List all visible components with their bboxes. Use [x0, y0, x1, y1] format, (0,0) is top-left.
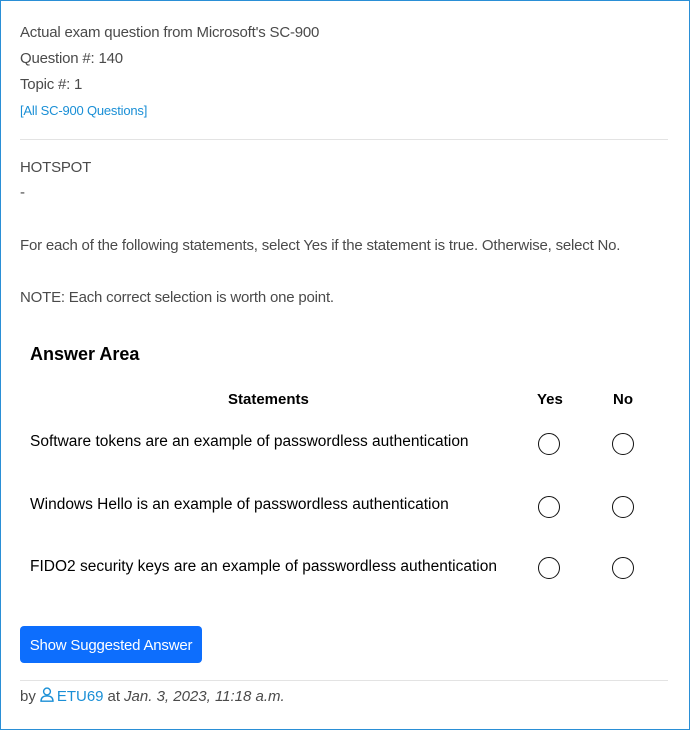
yes-header: Yes	[537, 391, 563, 408]
statement-1-yes-radio[interactable]	[538, 433, 560, 455]
topic-number: Topic #: 1	[20, 76, 83, 93]
statement-2-yes-radio[interactable]	[538, 496, 560, 518]
question-header: Actual exam question from Microsoft's SC…	[20, 20, 319, 124]
post-meta: by ETU69 at Jan. 3, 2023, 11:18 a.m.	[20, 687, 285, 706]
question-type: HOTSPOT	[20, 159, 92, 176]
question-dash: -	[20, 184, 25, 201]
divider-top	[20, 139, 668, 140]
statement-2: Windows Hello is an example of passwordl…	[30, 496, 449, 513]
question-instruction: For each of the following statements, se…	[20, 237, 621, 254]
exam-title: Actual exam question from Microsoft's SC…	[20, 24, 320, 41]
no-header: No	[613, 391, 633, 408]
statement-1-no-radio[interactable]	[612, 433, 634, 455]
question-note: NOTE: Each correct selection is worth on…	[20, 289, 334, 306]
statement-1: Software tokens are an example of passwo…	[30, 433, 469, 450]
all-questions-link[interactable]: [All SC-900 Questions]	[20, 103, 147, 118]
question-number: Question #: 140	[20, 50, 123, 67]
statement-2-no-radio[interactable]	[612, 496, 634, 518]
statements-header: Statements	[228, 391, 309, 408]
user-icon	[40, 687, 57, 706]
divider-bottom	[20, 680, 668, 681]
author-link[interactable]: ETU69	[40, 687, 104, 706]
statement-3-no-radio[interactable]	[612, 557, 634, 579]
answer-area-title: Answer Area	[30, 344, 140, 364]
show-suggested-answer-button[interactable]: Show Suggested Answer	[20, 626, 202, 663]
statement-3: FIDO2 security keys are an example of pa…	[30, 558, 497, 575]
at-label: at	[107, 688, 121, 705]
statement-3-yes-radio[interactable]	[538, 557, 560, 579]
author-username: ETU69	[56, 688, 104, 705]
post-date: Jan. 3, 2023, 11:18 a.m.	[124, 688, 285, 705]
by-label: by	[20, 688, 36, 705]
